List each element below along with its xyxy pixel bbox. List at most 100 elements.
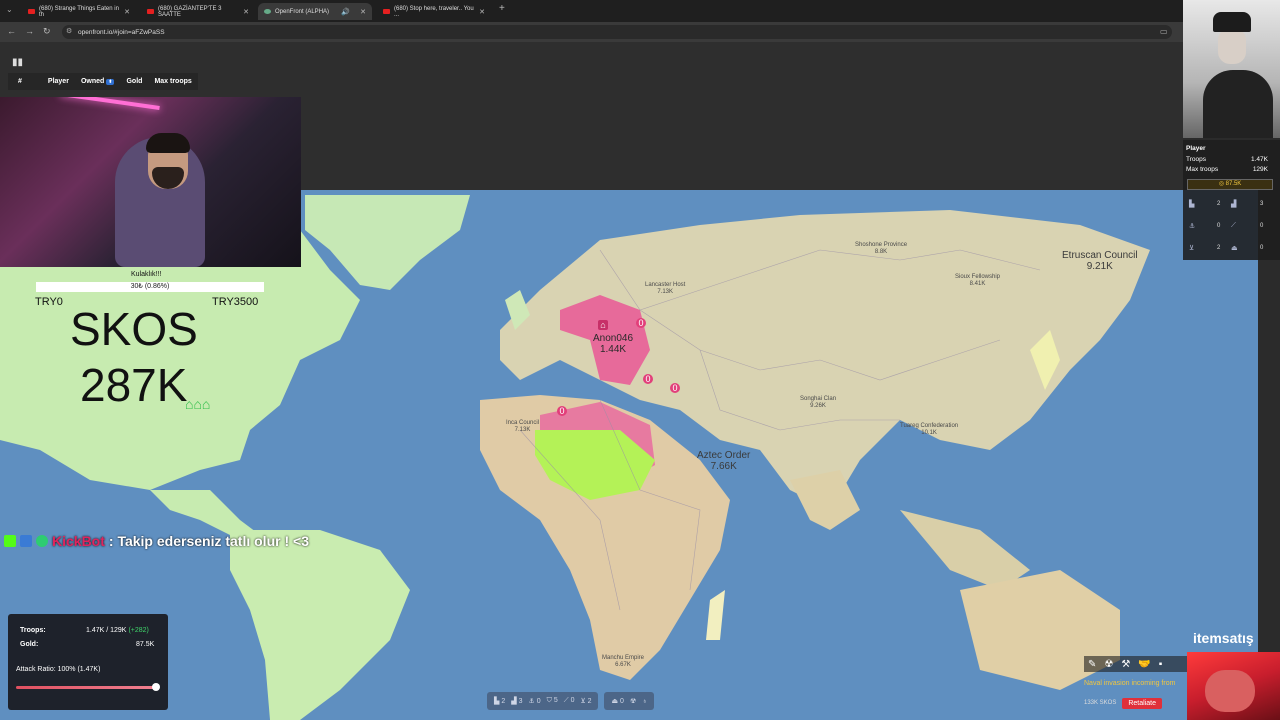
country-label: Manchu Empire 6.67K xyxy=(602,655,645,668)
factory-count: 3 xyxy=(1260,201,1264,207)
action-icons: ✎ ☢ ⚒ 🤝 ▪ xyxy=(1084,656,1188,672)
verified-icon xyxy=(36,535,48,547)
speaker-icon[interactable]: 🔊 xyxy=(341,8,350,16)
close-icon[interactable]: ✕ xyxy=(479,8,485,16)
boat-icon[interactable]: ⚒ xyxy=(1121,659,1130,670)
retaliate-button[interactable]: Retaliate xyxy=(1122,697,1162,709)
donation-goal-title: Kulaklık!!! xyxy=(131,271,162,278)
nuke-icon[interactable]: ☢ xyxy=(630,697,636,705)
anon-label-text: Anon046 1.44K xyxy=(593,333,634,355)
chat-icon[interactable]: ▪ xyxy=(1159,659,1163,670)
unit-marker-icon[interactable]: 0 xyxy=(557,406,567,416)
site-info-icon[interactable]: ⚙ xyxy=(66,27,72,35)
country-label: Aztec Order 7.66K xyxy=(697,450,751,472)
url-input[interactable]: ⚙ openfront.io/#join=aFZwPaSS xyxy=(62,25,1172,39)
attack-ratio-slider[interactable] xyxy=(16,686,156,689)
se-asia-land xyxy=(900,510,1030,590)
chat-message: KickBot : Takip ederseniz tatlı olur ! <… xyxy=(4,533,309,549)
youtube-icon xyxy=(147,9,154,14)
max-troops-label: Max troops xyxy=(1186,166,1219,173)
tab-search-icon[interactable]: ⌄ xyxy=(6,5,13,14)
sam-icon: ⊻ xyxy=(1189,245,1195,252)
city-count: 2 xyxy=(1217,201,1221,207)
port-icon[interactable]: ⚓ 0 xyxy=(528,697,540,705)
world-map[interactable]: Etruscan Council 9.21K Aztec Order 7.66K… xyxy=(0,190,1258,720)
troops-row: Troops 1.47K xyxy=(1186,156,1268,163)
sam-count: 2 xyxy=(1217,245,1221,251)
nuke-icon[interactable]: ☢ xyxy=(1104,659,1113,670)
alliance-icon[interactable]: 🤝 xyxy=(1138,659,1150,670)
port-icon: ⚓ xyxy=(1189,223,1196,230)
slider-handle[interactable] xyxy=(152,683,160,691)
country-label: Sioux Fellowship 8.41K xyxy=(955,274,1001,287)
url-text: openfront.io/#join=aFZwPaSS xyxy=(78,28,165,36)
defense-icon[interactable]: ⛉ 5 xyxy=(547,697,558,705)
missile-icon[interactable]: ⟋ 0 xyxy=(564,697,575,705)
factory-icon: ▟ xyxy=(1231,201,1237,208)
col-gold[interactable]: Gold xyxy=(126,78,142,85)
cat-webcam xyxy=(1187,652,1280,720)
col-rank[interactable]: # xyxy=(18,78,22,85)
close-icon[interactable]: ✕ xyxy=(360,8,366,16)
kick-icon xyxy=(4,535,16,547)
sam-icon[interactable]: ⊻ 2 xyxy=(580,697,591,705)
enemy-cluster-icon[interactable]: ⌂⌂⌂ xyxy=(185,396,210,412)
attack-ratio-label: Attack Ratio: 100% (1.47K) xyxy=(16,666,101,673)
city-icon[interactable]: ▙ 2 xyxy=(494,697,505,705)
browser-tab-bar: ⌄ (680) Strange Things Eaten in th ✕ (68… xyxy=(0,0,1280,22)
forward-icon[interactable]: → xyxy=(25,26,34,36)
toolbar-group-buildings: ▙ 2 ▟ 3 ⚓ 0 ⛉ 5 ⟋ 0 ⊻ 2 xyxy=(487,692,599,710)
missile-icon: ⟋ xyxy=(1231,222,1236,229)
enemy-troops-label: 287K xyxy=(80,359,188,411)
gold-coin-icon: ◎ xyxy=(1218,181,1226,187)
gold-label: Gold: xyxy=(20,641,39,648)
col-player[interactable]: Player xyxy=(48,78,69,85)
country-label: Shoshone Province 8.8K xyxy=(855,242,908,255)
col-owned[interactable]: Owned ⬍ xyxy=(81,78,115,85)
factory-icon[interactable]: ▟ 3 xyxy=(511,697,522,705)
close-icon[interactable]: ✕ xyxy=(124,8,130,16)
attacker-label: 133K SKOS xyxy=(1084,700,1117,706)
max-troops-row: Max troops 129K xyxy=(1186,166,1268,173)
gold-display: ◎ 87.5K xyxy=(1187,179,1273,190)
streamer-webcam xyxy=(0,97,301,267)
unit-marker-icon[interactable]: 0 xyxy=(636,318,646,328)
portrait-image xyxy=(1183,0,1280,138)
tab-title: (680) GAZİANTEP'TE 3 SAATTE xyxy=(158,5,222,18)
city-marker-icon[interactable]: ⌂ xyxy=(598,320,608,330)
tab-2[interactable]: (680) GAZİANTEP'TE 3 SAATTE ✕ xyxy=(141,3,255,20)
close-icon[interactable]: ✕ xyxy=(243,8,249,16)
sponsor-logo: itemsatış xyxy=(1193,630,1254,646)
build-toolbar: ▙ 2 ▟ 3 ⚓ 0 ⛉ 5 ⟋ 0 ⊻ 2 ⏏ 0 ☢ ♁ xyxy=(487,692,796,710)
new-tab-icon[interactable]: + xyxy=(499,3,505,14)
port-count: 0 xyxy=(1217,223,1221,229)
install-icon[interactable]: ▭ xyxy=(1160,27,1168,36)
troops-value: 1.47K xyxy=(1251,156,1268,163)
country-label: Songhai Clan 9.26K xyxy=(800,396,837,409)
reload-icon[interactable]: ↻ xyxy=(43,26,51,37)
hydrogen-icon[interactable]: ♁ xyxy=(642,698,647,705)
enemy-name-label: SKOS xyxy=(70,303,198,355)
max-troops-value: 129K xyxy=(1252,166,1268,173)
openfront-icon xyxy=(264,9,271,14)
event-row: 133K SKOS Retaliate xyxy=(1084,696,1184,710)
tab-1[interactable]: (680) Strange Things Eaten in th ✕ xyxy=(22,3,136,20)
tab-4[interactable]: (680) Stop here, traveler.. You ... ✕ xyxy=(377,3,491,20)
country-label: Lancaster Host 7.13K xyxy=(645,282,686,295)
gold-value: 87.5K xyxy=(136,641,155,648)
unit-marker-icon[interactable]: 0 xyxy=(643,374,653,384)
attack-icon[interactable]: ✎ xyxy=(1088,659,1096,670)
unit-marker-icon[interactable]: 0 xyxy=(670,383,680,393)
warship-icon: ⏏ xyxy=(1231,245,1238,252)
missile-count: 0 xyxy=(1260,223,1264,229)
leaderboard-toggle-icon[interactable]: ▮▮ xyxy=(12,57,23,68)
australia-land xyxy=(960,570,1120,690)
tab-openfront[interactable]: OpenFront (ALPHA) 🔊 ✕ xyxy=(258,3,372,20)
troops-label: Troops: xyxy=(20,627,46,634)
toolbar-group-weapons: ⏏ 0 ☢ ♁ xyxy=(604,692,655,710)
warship-icon[interactable]: ⏏ 0 xyxy=(611,697,623,705)
country-label: Inca Council 7.13K xyxy=(506,420,540,433)
col-max-troops[interactable]: Max troops xyxy=(154,78,191,85)
back-icon[interactable]: ← xyxy=(7,26,16,36)
youtube-icon xyxy=(383,9,390,14)
